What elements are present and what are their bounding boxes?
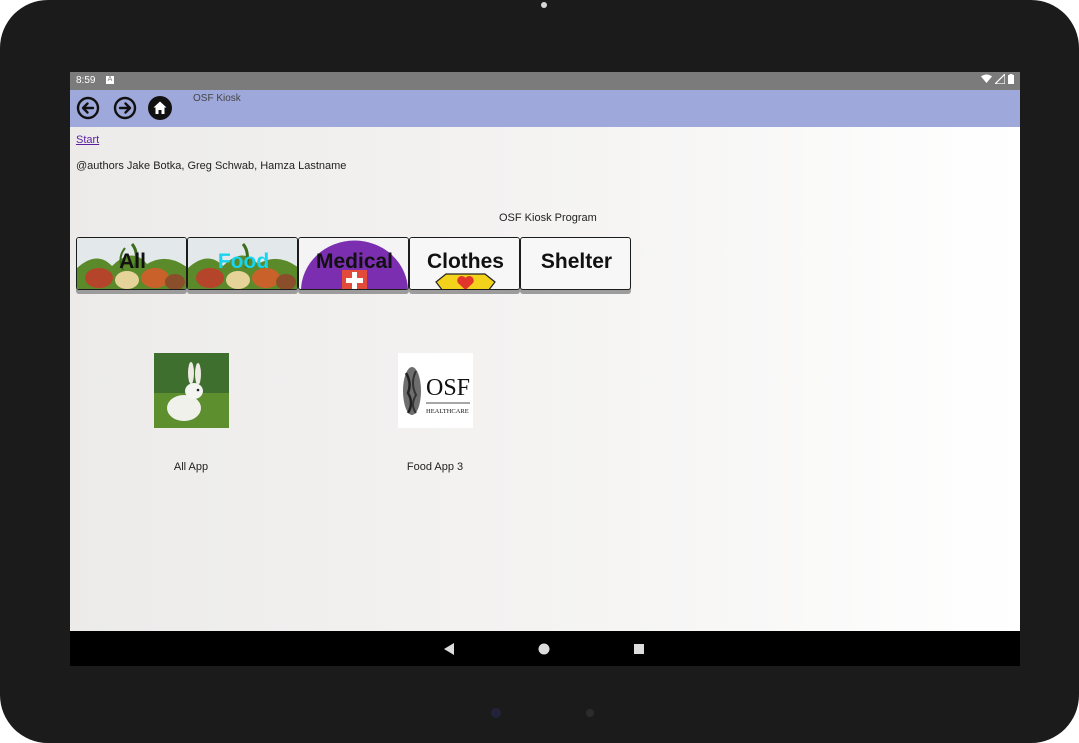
category-label-medical: Medical	[315, 250, 394, 273]
app-title: OSF Kiosk	[193, 93, 241, 104]
osf-logo-text: OSF	[426, 375, 470, 401]
app-tile-all-app[interactable]: All App	[131, 353, 251, 473]
recents-square-icon[interactable]	[630, 640, 648, 658]
app-label: All App	[173, 461, 209, 473]
category-row: All Food Medical Clothes Shelter	[76, 237, 636, 297]
category-button-medical[interactable]: Medical	[298, 237, 409, 290]
category-label-shelter: Shelter	[540, 250, 613, 273]
tablet-frame: 8:59 A OSF Kiosk Start @authors Jake Bot…	[0, 0, 1079, 743]
category-label-clothes: Clothes	[426, 250, 504, 273]
app-tile-food-app-3[interactable]: OSF HEALTHCARE Food App 3	[375, 353, 495, 473]
status-time: 8:59	[76, 75, 96, 86]
system-nav-bar	[70, 631, 1020, 666]
wifi-icon	[981, 74, 992, 83]
start-link[interactable]: Start	[76, 134, 99, 146]
authors-text: @authors Jake Botka, Greg Schwab, Hamza …	[76, 160, 347, 172]
arrow-right-circle-icon[interactable]	[113, 96, 137, 120]
osf-logo-subtext: HEALTHCARE	[426, 408, 469, 415]
back-triangle-icon[interactable]	[440, 640, 458, 658]
category-label-all: All	[119, 250, 146, 273]
osf-healthcare-logo: OSF HEALTHCARE	[397, 353, 473, 428]
home-icon[interactable]	[148, 96, 172, 120]
category-button-shelter[interactable]: Shelter	[520, 237, 631, 290]
signal-icon	[995, 74, 1005, 84]
category-button-food[interactable]: Food	[187, 237, 298, 290]
home-circle-icon[interactable]	[535, 640, 553, 658]
category-label-food: Food	[217, 250, 270, 273]
a-notification-icon: A	[106, 76, 114, 84]
app-screen: 8:59 A OSF Kiosk Start @authors Jake Bot…	[70, 72, 1020, 666]
app-bar: OSF Kiosk	[70, 90, 1020, 127]
category-button-all[interactable]: All	[76, 237, 187, 290]
rabbit-image	[153, 353, 229, 428]
program-title: OSF Kiosk Program	[499, 212, 597, 224]
front-camera-icon	[541, 2, 547, 8]
bottom-dot-icon	[586, 709, 594, 717]
arrow-left-circle-icon[interactable]	[76, 96, 100, 120]
status-icons	[981, 74, 1014, 84]
bottom-sensor-icon	[491, 708, 501, 718]
category-button-clothes[interactable]: Clothes	[409, 237, 520, 290]
status-bar: 8:59 A	[70, 72, 1020, 90]
battery-icon	[1008, 74, 1014, 84]
app-label: Food App 3	[406, 461, 464, 473]
